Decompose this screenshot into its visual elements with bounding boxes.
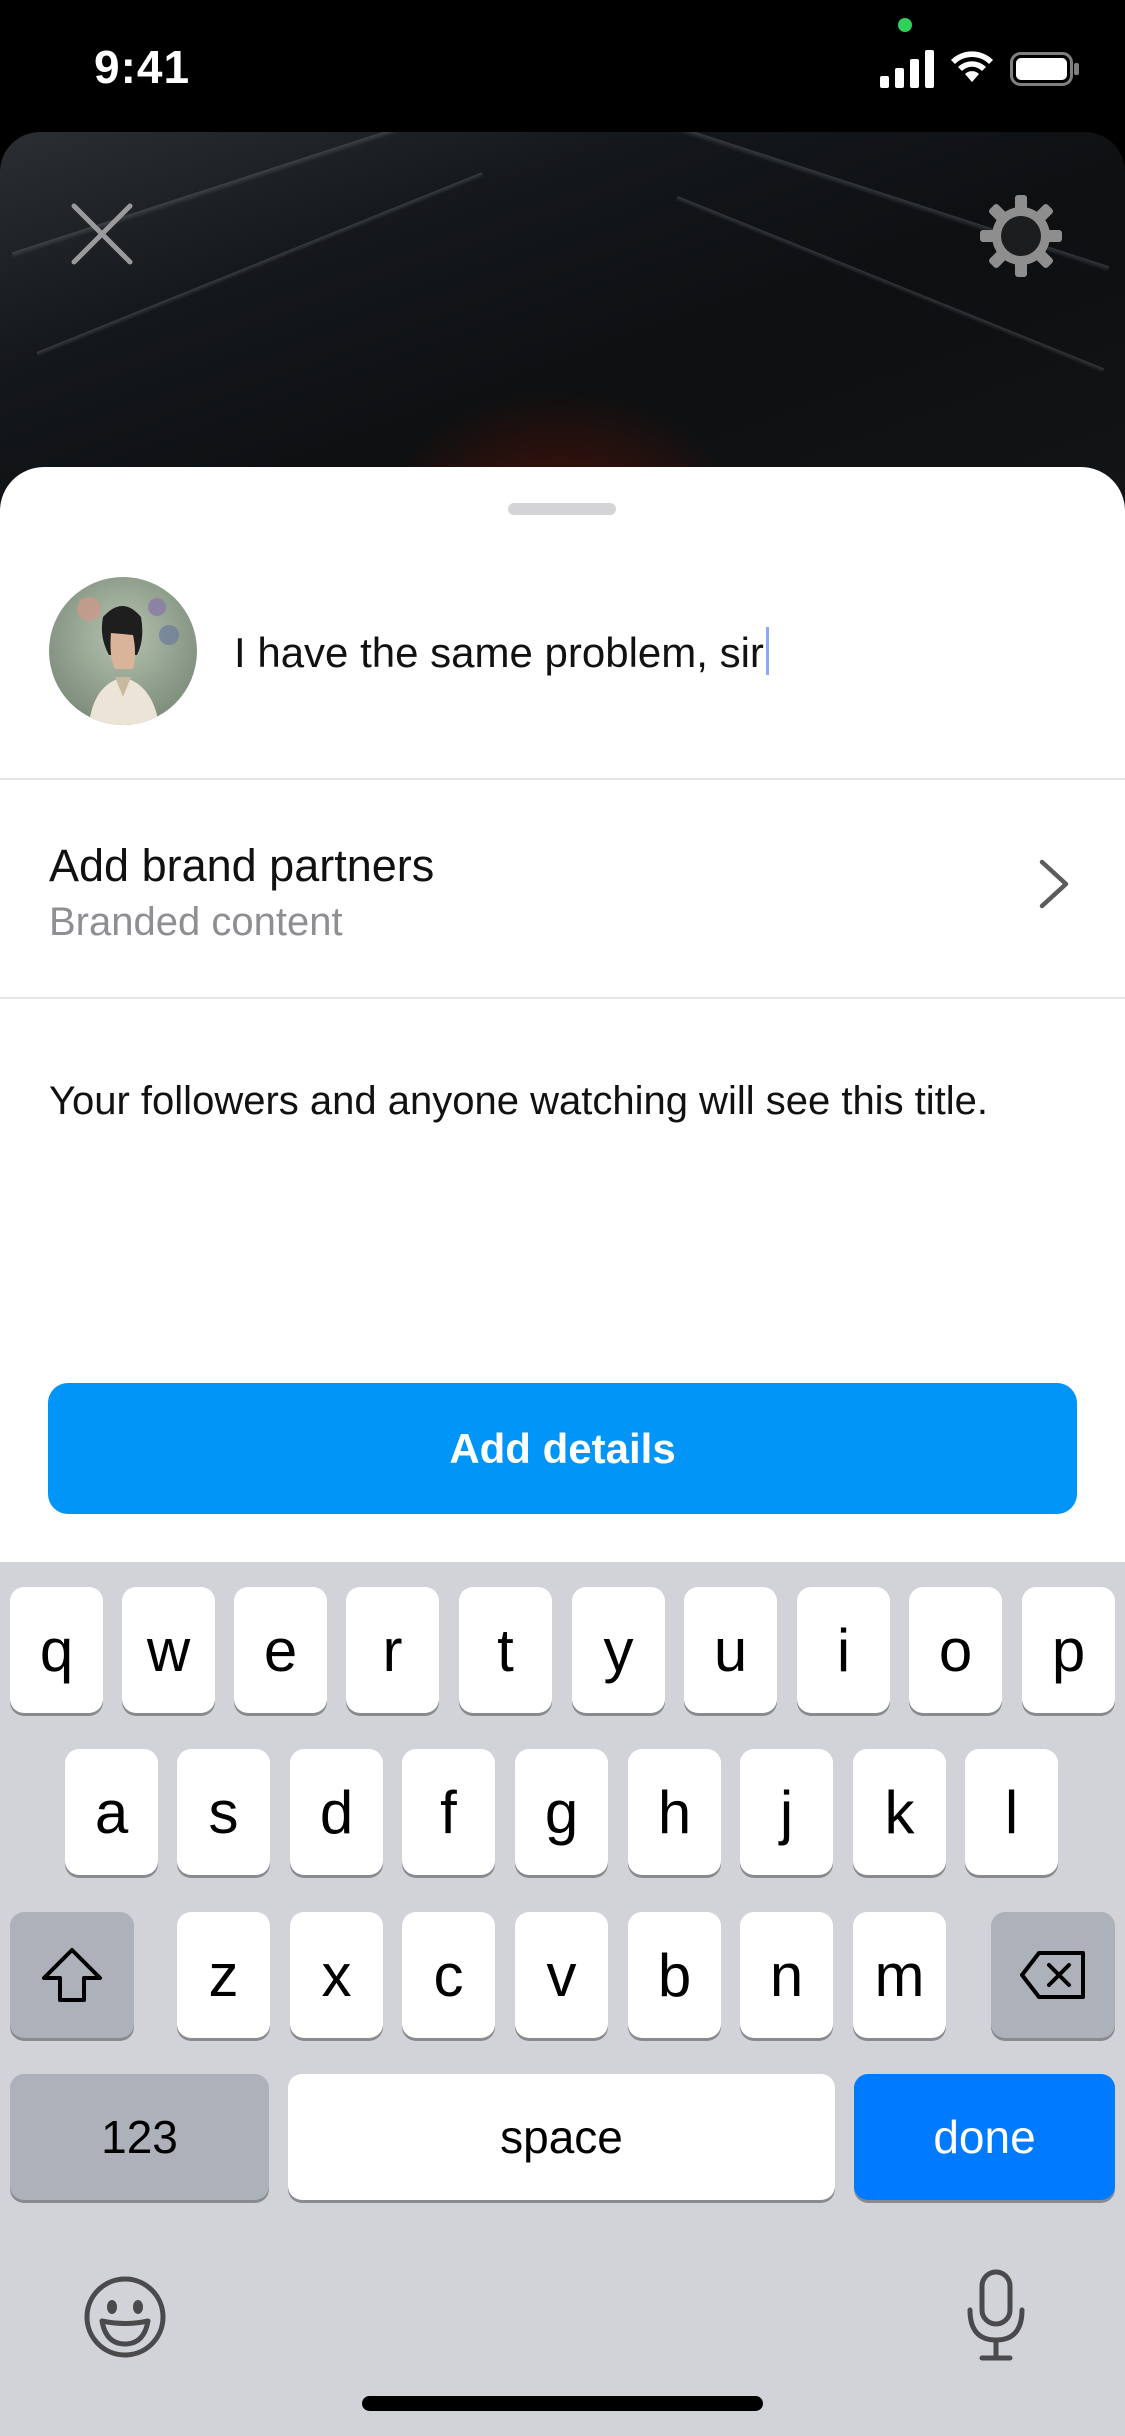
key-b[interactable]: b: [628, 1912, 721, 2038]
sheet-grabber[interactable]: [508, 503, 616, 515]
key-m[interactable]: m: [853, 1912, 946, 2038]
key-c[interactable]: c: [402, 1912, 495, 2038]
shift-key[interactable]: [10, 1912, 134, 2038]
live-title-sheet: I have the same problem, sir Add brand p…: [0, 467, 1125, 1567]
key-t[interactable]: t: [459, 1587, 552, 1713]
key-y[interactable]: y: [572, 1587, 665, 1713]
space-key[interactable]: space: [288, 2074, 835, 2200]
key-f[interactable]: f: [402, 1749, 495, 1875]
numbers-key[interactable]: 123: [10, 2074, 269, 2200]
shift-icon: [42, 1948, 102, 2002]
emoji-icon[interactable]: [82, 2274, 168, 2360]
key-w[interactable]: w: [122, 1587, 215, 1713]
key-z[interactable]: z: [177, 1912, 270, 2038]
brand-partners-subtitle: Branded content: [49, 900, 343, 944]
home-indicator[interactable]: [362, 2396, 763, 2411]
title-input-value: I have the same problem, sir: [234, 629, 764, 676]
brand-partners-title: Add brand partners: [49, 840, 435, 891]
key-e[interactable]: e: [234, 1587, 327, 1713]
add-brand-partners-row[interactable]: Add brand partners Branded content: [0, 778, 1125, 997]
key-s[interactable]: s: [177, 1749, 270, 1875]
chevron-right-icon: [1039, 859, 1069, 909]
microphone-icon[interactable]: [964, 2268, 1028, 2364]
key-r[interactable]: r: [346, 1587, 439, 1713]
key-p[interactable]: p: [1022, 1587, 1115, 1713]
title-visibility-note: Your followers and anyone watching will …: [49, 1079, 989, 1123]
wifi-icon: [951, 51, 993, 82]
camera-in-use-indicator: [898, 18, 912, 32]
text-cursor: [765, 627, 769, 675]
key-g[interactable]: g: [515, 1749, 608, 1875]
add-details-button[interactable]: Add details: [48, 1383, 1077, 1514]
key-u[interactable]: u: [684, 1587, 777, 1713]
backspace-icon: [1020, 1951, 1085, 1999]
key-v[interactable]: v: [515, 1912, 608, 2038]
avatar-image: [77, 597, 179, 725]
avatar: [49, 577, 197, 725]
title-input[interactable]: I have the same problem, sir: [234, 627, 769, 677]
camera-preview: [0, 132, 1125, 512]
key-h[interactable]: h: [628, 1749, 721, 1875]
key-x[interactable]: x: [290, 1912, 383, 2038]
battery-icon: [1010, 52, 1079, 86]
keyboard: q w e r t y u i o p a s d f g h j k l z …: [0, 1562, 1125, 2436]
key-l[interactable]: l: [965, 1749, 1058, 1875]
status-time: 9:41: [94, 41, 191, 93]
status-bar: 9:41: [0, 0, 1125, 132]
done-key[interactable]: done: [854, 2074, 1115, 2200]
key-k[interactable]: k: [853, 1749, 946, 1875]
delete-key[interactable]: [991, 1912, 1115, 2038]
key-n[interactable]: n: [740, 1912, 833, 2038]
key-i[interactable]: i: [797, 1587, 890, 1713]
gear-icon[interactable]: [980, 195, 1062, 277]
key-a[interactable]: a: [65, 1749, 158, 1875]
close-icon[interactable]: [68, 200, 136, 268]
key-o[interactable]: o: [909, 1587, 1002, 1713]
cellular-signal-icon: [880, 50, 934, 88]
key-q[interactable]: q: [10, 1587, 103, 1713]
key-j[interactable]: j: [740, 1749, 833, 1875]
divider: [0, 997, 1125, 999]
key-d[interactable]: d: [290, 1749, 383, 1875]
